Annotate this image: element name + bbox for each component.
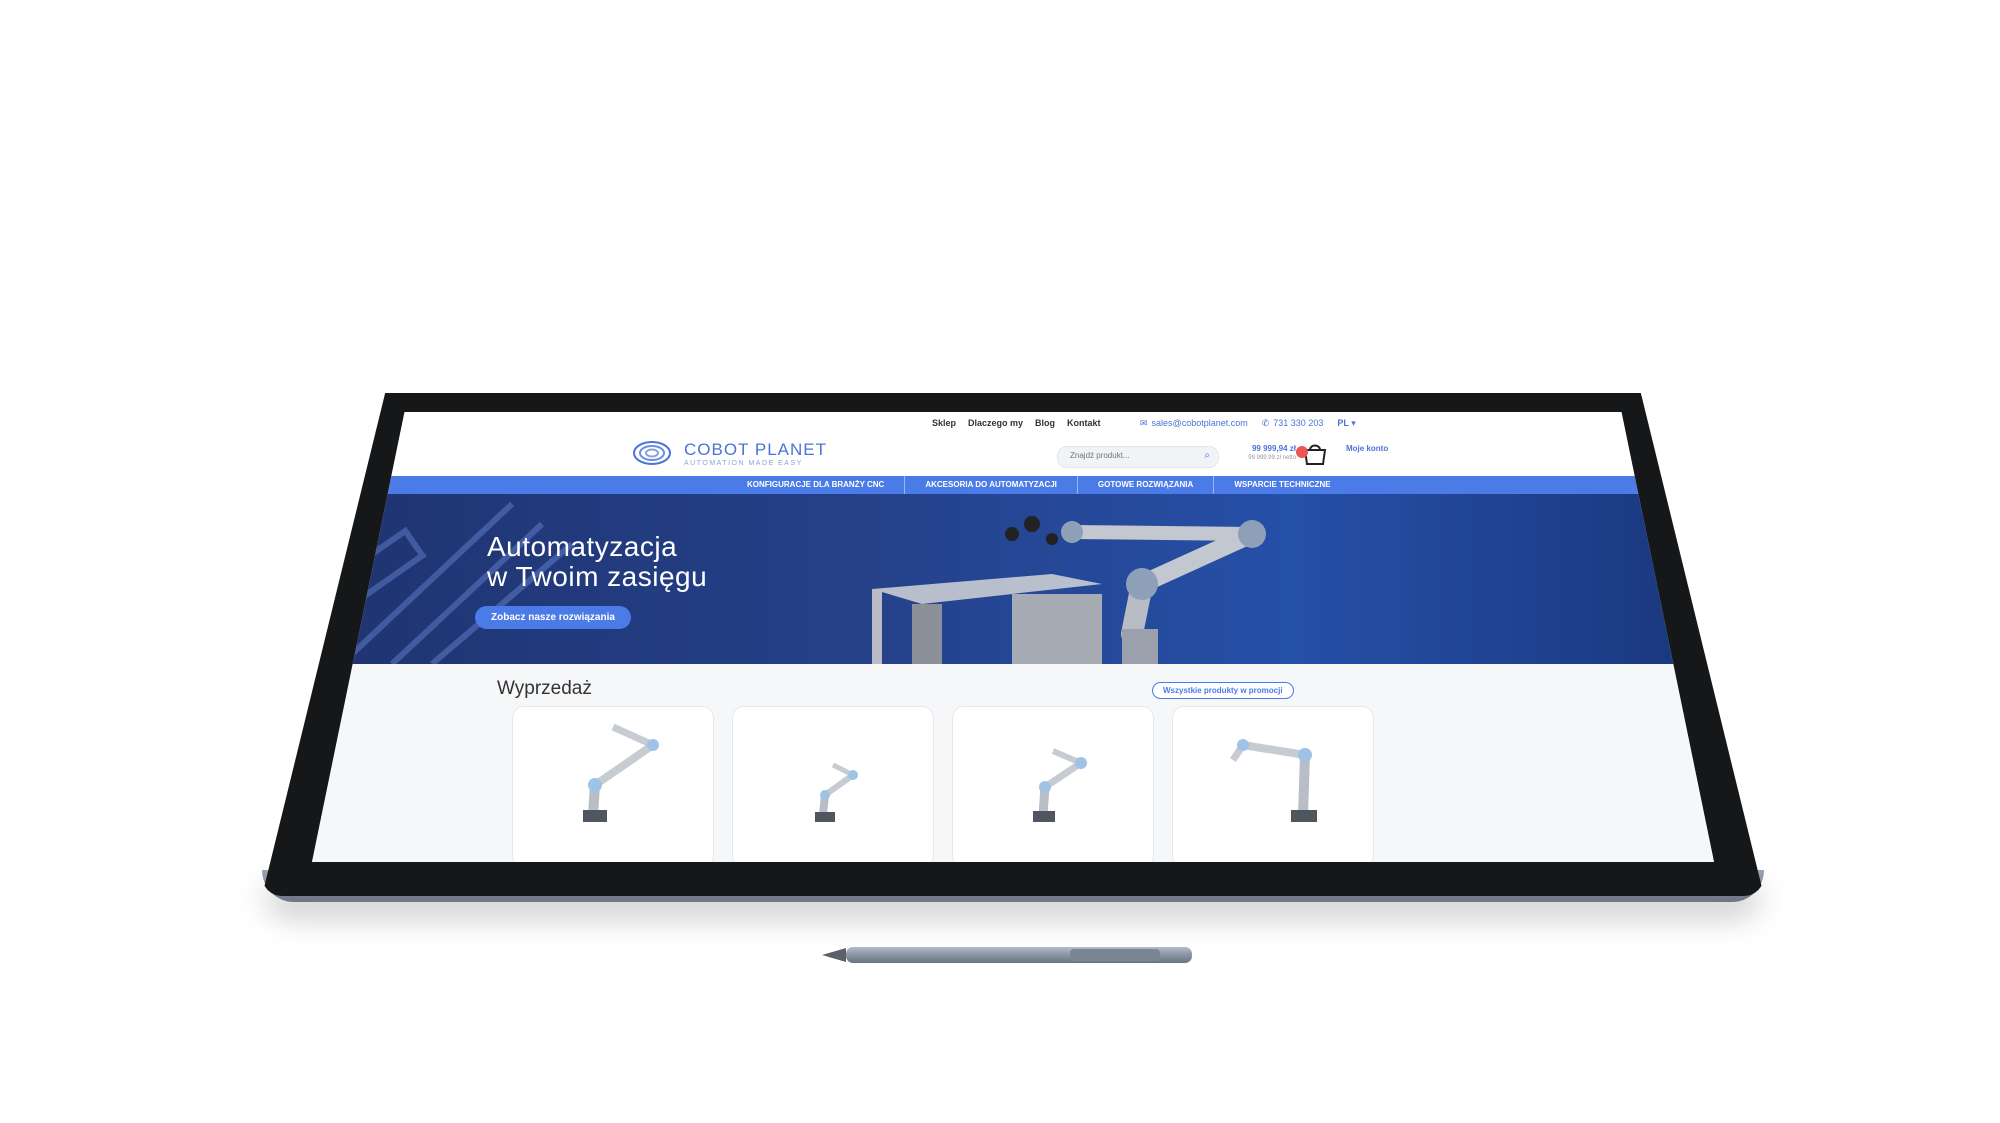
product-card[interactable]	[1172, 706, 1374, 862]
nav-technical-support[interactable]: WSPARCIE TECHNICZNE	[1214, 476, 1350, 494]
product-card[interactable]	[952, 706, 1154, 862]
link-blog[interactable]: Blog	[1035, 418, 1055, 428]
nav-ready-solutions[interactable]: GOTOWE ROZWIĄZANIA	[1078, 476, 1215, 494]
logo-swirl-icon	[633, 441, 671, 465]
account-link[interactable]: Moje konto	[1346, 444, 1396, 454]
tablet-screen: Sklep Dlaczego my Blog Kontakt ✉ sales@co…	[312, 412, 1714, 862]
mail-icon: ✉	[1140, 418, 1148, 428]
product-card[interactable]	[512, 706, 714, 862]
product-image	[1033, 748, 1087, 822]
language-selector[interactable]: PL ▾	[1337, 418, 1355, 429]
cart-gross-total: 99 999,94 zł	[1251, 444, 1296, 453]
email-contact[interactable]: ✉ sales@cobotplanet.com	[1140, 418, 1248, 429]
site-header: COBOT PLANET AUTOMATION MADE EASY ⌕ 99 9…	[312, 434, 1714, 476]
nav-automation-accessories[interactable]: AKCESORIA DO AUTOMATYZACJI	[905, 476, 1078, 494]
cart-button[interactable]	[1296, 442, 1328, 466]
hero-title-line-1: Automatyzacja	[487, 531, 678, 562]
product-image	[815, 762, 858, 822]
hero-title: Automatyzacja w Twoim zasięgu	[487, 532, 707, 592]
search-input[interactable]	[1068, 450, 1192, 461]
link-why-us[interactable]: Dlaczego my	[968, 418, 1023, 428]
product-image	[583, 723, 659, 822]
stylus-pen	[822, 947, 1192, 963]
utility-bar: Sklep Dlaczego my Blog Kontakt ✉ sales@co…	[312, 412, 1714, 434]
product-image	[1230, 739, 1317, 822]
hero-banner: Automatyzacja w Twoim zasięgu Zobacz nas…	[312, 494, 1714, 664]
hero-title-line-2: w Twoim zasięgu	[487, 561, 708, 592]
main-navigation: KONFIGURACJE DLA BRANŻY CNC AKCESORIA DO…	[312, 476, 1714, 494]
phone-icon: ✆	[1261, 418, 1270, 428]
phone-contact[interactable]: ✆ 731 330 203	[1262, 418, 1324, 429]
sale-title: Wyprzedaż	[497, 678, 592, 699]
nav-cnc-configurations[interactable]: KONFIGURACJE DLA BRANŻY CNC	[727, 476, 906, 494]
sale-section: Wyprzedaż Wszystkie produkty w promocji	[312, 664, 1714, 862]
hero-cta-button[interactable]: Zobacz nasze rozwiązania	[475, 606, 631, 629]
site-logo[interactable]: COBOT PLANET AUTOMATION MADE EASY	[632, 438, 872, 472]
cart-totals[interactable]: 99 999,94 zł 99 999,99 zł netto	[1212, 444, 1296, 461]
product-card[interactable]	[732, 706, 934, 862]
search-icon[interactable]: ⌕	[1204, 450, 1210, 461]
all-promo-products-button[interactable]: Wszystkie produkty w promocji	[1152, 682, 1294, 699]
email-text: sales@cobotplanet.com	[1151, 418, 1248, 428]
search-box: ⌕	[1057, 446, 1219, 468]
link-shop[interactable]: Sklep	[932, 418, 956, 428]
logo-subtitle: AUTOMATION MADE EASY	[684, 460, 803, 467]
language-label: PL	[1337, 418, 1349, 428]
chevron-down-icon: ▾	[1351, 418, 1356, 428]
phone-text: 731 330 203	[1273, 418, 1324, 428]
link-contact[interactable]: Kontakt	[1067, 418, 1101, 428]
logo-title: COBOT PLANET	[684, 440, 827, 459]
cart-net-total: 99 999,99 zł netto	[1248, 455, 1296, 461]
cart-count-badge	[1296, 446, 1308, 458]
